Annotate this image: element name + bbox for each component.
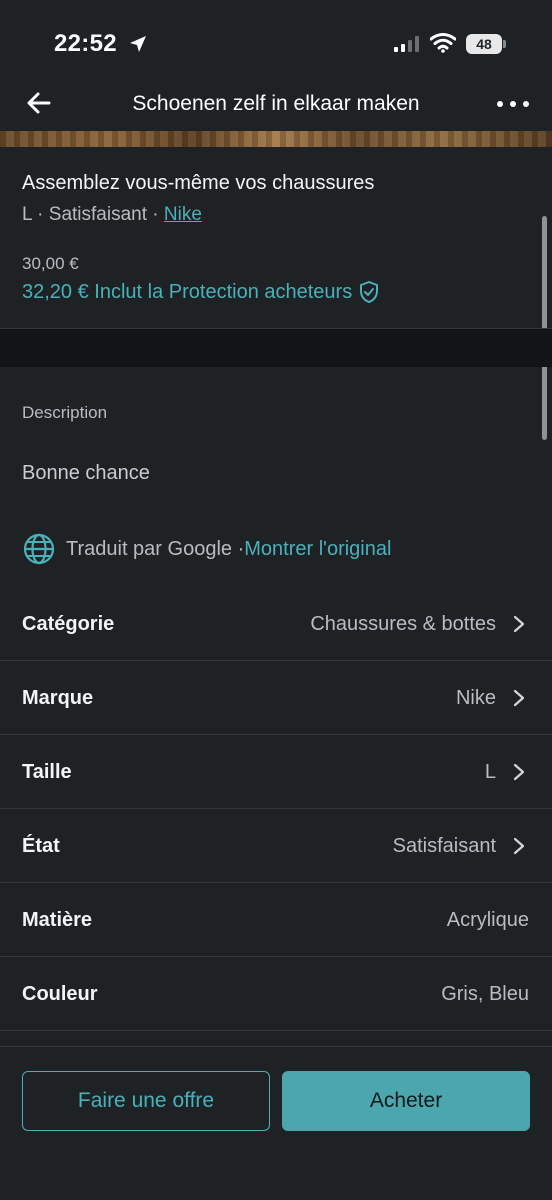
attribute-row-color: Couleur Gris, Bleu [0, 957, 552, 1031]
chevron-right-icon [513, 837, 525, 855]
attribute-value: Nike [455, 687, 496, 709]
attribute-label: Matière [22, 909, 93, 931]
item-price: 30,00 € [22, 254, 79, 273]
attribute-label: Taille [22, 761, 72, 783]
more-options-icon[interactable] [496, 100, 530, 108]
attribute-value: L [484, 761, 496, 783]
item-size: L [22, 204, 32, 225]
item-photo[interactable] [0, 131, 552, 147]
status-time: 22:52 [54, 30, 117, 57]
description-label: Description [22, 403, 108, 422]
attribute-value: Chaussures & bottes [310, 613, 496, 635]
brand-link[interactable]: Nike [164, 204, 202, 225]
translation-notice: Traduit par Google · Montrer l'original [22, 532, 391, 566]
attribute-row-material: Matière Acrylique [0, 883, 552, 957]
total-price-protection[interactable]: 32,20 € Inclut la Protection acheteurs [22, 280, 380, 304]
attribute-row-condition[interactable]: État Satisfaisant [0, 809, 552, 883]
attribute-value: Acrylique [446, 909, 529, 931]
show-original-link[interactable]: Montrer l'original [244, 538, 391, 561]
buy-button[interactable]: Acheter [282, 1071, 530, 1131]
attribute-label: État [22, 835, 60, 857]
battery-tip [503, 40, 506, 48]
bottom-action-bar: Faire une offre Acheter [0, 1046, 552, 1200]
cellular-signal-icon [394, 36, 419, 52]
total-price-label: 32,20 € Inclut la Protection acheteurs [22, 280, 353, 303]
page-title: Schoenen zelf in elkaar maken [132, 92, 420, 115]
wifi-icon [430, 33, 456, 53]
item-meta: L · Satisfaisant · Nike [22, 204, 202, 226]
chevron-right-icon [513, 689, 525, 707]
top-navigation: Schoenen zelf in elkaar maken [0, 86, 552, 126]
attribute-row-size[interactable]: Taille L [0, 735, 552, 809]
item-title: Assemblez vous-même vos chaussures [22, 172, 375, 194]
item-condition: Satisfaisant [48, 204, 147, 225]
meta-separator: · [31, 204, 49, 225]
attribute-label: Catégorie [22, 613, 115, 635]
make-offer-button[interactable]: Faire une offre [22, 1071, 270, 1131]
chevron-right-icon [513, 615, 525, 633]
chevron-right-icon [513, 763, 525, 781]
location-arrow-icon [130, 36, 146, 52]
description-text: Bonne chance [22, 462, 150, 484]
translated-by-text: Traduit par Google · [66, 537, 245, 560]
attribute-label: Couleur [22, 983, 98, 1005]
attribute-row-category[interactable]: Catégorie Chaussures & bottes [0, 587, 552, 661]
battery-indicator: 48 [466, 34, 502, 54]
attribute-value: Satisfaisant [392, 835, 496, 857]
meta-separator: · [147, 204, 164, 225]
shield-check-icon [360, 281, 379, 303]
status-bar: 22:52 48 [0, 0, 552, 86]
attribute-label: Marque [22, 687, 94, 709]
attribute-value: Gris, Bleu [441, 983, 529, 1005]
section-separator [0, 329, 552, 367]
globe-icon [23, 533, 55, 565]
attribute-row-brand[interactable]: Marque Nike [0, 661, 552, 735]
